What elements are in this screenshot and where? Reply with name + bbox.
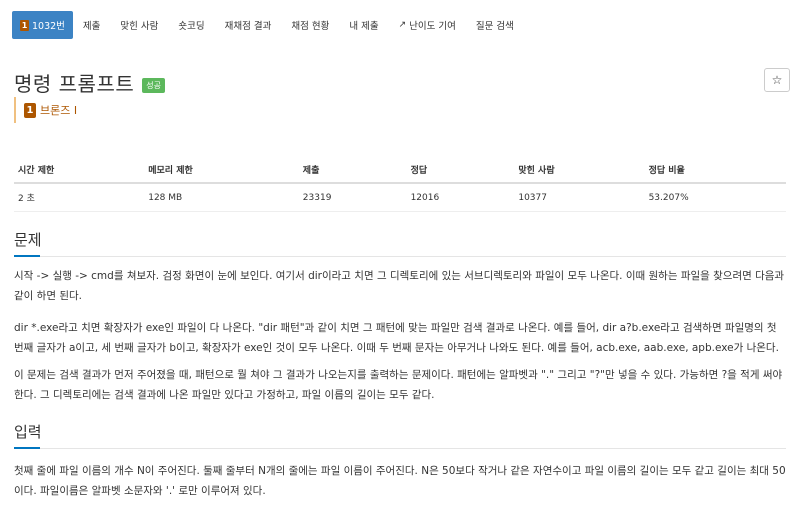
tab-label: 1032번: [32, 21, 65, 32]
input-heading: 입력: [14, 423, 42, 441]
star-button[interactable]: ☆: [764, 68, 790, 92]
tab-label: 제출: [82, 21, 101, 32]
tab-short-coding[interactable]: 숏코딩: [168, 11, 214, 39]
time-limit-value: 2 초: [14, 183, 145, 212]
external-link-icon: ↗: [398, 20, 407, 30]
status-badge: 성공: [142, 78, 165, 93]
accepted-value: 12016: [406, 183, 515, 212]
input-section-header: 입력: [14, 421, 786, 449]
tab-my-submissions[interactable]: 내 제출: [339, 11, 388, 39]
problem-paragraph-1: 시작 -> 실행 -> cmd를 쳐보자. 검정 화면이 눈에 보인다. 여기서…: [14, 270, 785, 302]
problem-title: 명령 프롬프트: [14, 72, 135, 96]
tab-label: 난이도 기여: [409, 21, 456, 32]
header-accepted: 정답: [406, 157, 515, 184]
header-submissions: 제출: [298, 157, 407, 184]
problem-title-row: 명령 프롬프트 성공: [14, 68, 165, 97]
tab-label: 내 제출: [349, 21, 379, 32]
problem-heading: 문제: [14, 231, 42, 249]
problem-paragraph-3: 이 문제는 검색 결과가 먼저 주어졌을 때, 패턴으로 뭘 쳐야 그 결과가 …: [14, 369, 783, 401]
tab-label: 질문 검색: [475, 21, 514, 32]
problem-menu-tabs: 1 1032번 제출 맞힌 사람 숏코딩 재채점 결과 채점 현황 내 제출 ↗…: [0, 0, 800, 50]
tab-judge-status[interactable]: 채점 현황: [281, 11, 339, 39]
accept-ratio-value: 53.207%: [644, 183, 786, 212]
tab-problem-number[interactable]: 1 1032번: [12, 11, 73, 39]
tier-label[interactable]: 브론즈 I: [40, 102, 77, 118]
memory-limit-value: 128 MB: [144, 183, 299, 212]
section-divider: [14, 255, 786, 257]
tab-difficulty-contribution[interactable]: ↗ 난이도 기여: [389, 11, 466, 39]
tab-solvers[interactable]: 맞힌 사람: [110, 11, 168, 39]
table-header-row: 시간 제한 메모리 제한 제출 정답 맞힌 사람 정답 비율: [14, 157, 786, 184]
tab-label: 재채점 결과: [224, 21, 272, 32]
bronze-tier-icon: 1: [24, 102, 36, 118]
problem-section-header: 문제: [14, 229, 786, 257]
header-accept-ratio: 정답 비율: [644, 157, 786, 184]
problem-tier: 1 브론즈 I: [14, 97, 77, 123]
section-divider: [14, 447, 786, 449]
problem-paragraph-2: dir *.exe라고 치면 확장자가 exe인 파일이 다 나온다. "dir…: [14, 322, 779, 354]
tab-label: 채점 현황: [291, 21, 330, 32]
header-memory-limit: 메모리 제한: [144, 157, 299, 184]
header-time-limit: 시간 제한: [14, 157, 145, 184]
header-solvers: 맞힌 사람: [514, 157, 645, 184]
bronze-tier-icon: 1: [20, 19, 29, 31]
tab-label: 숏코딩: [178, 21, 205, 32]
tab-question-search[interactable]: 질문 검색: [466, 11, 524, 39]
tab-rejudge-results[interactable]: 재채점 결과: [215, 11, 282, 39]
input-paragraph-1: 첫째 줄에 파일 이름의 개수 N이 주어진다. 둘째 줄부터 N개의 줄에는 …: [14, 465, 786, 497]
solvers-value: 10377: [514, 183, 645, 212]
tab-submit[interactable]: 제출: [73, 11, 110, 39]
tab-label: 맞힌 사람: [120, 21, 159, 32]
table-row: 2 초 128 MB 23319 12016 10377 53.207%: [14, 183, 786, 212]
problem-info-table: 시간 제한 메모리 제한 제출 정답 맞힌 사람 정답 비율 2 초 128 M…: [14, 157, 786, 212]
star-icon: ☆: [771, 73, 783, 87]
submissions-value: 23319: [298, 183, 407, 212]
